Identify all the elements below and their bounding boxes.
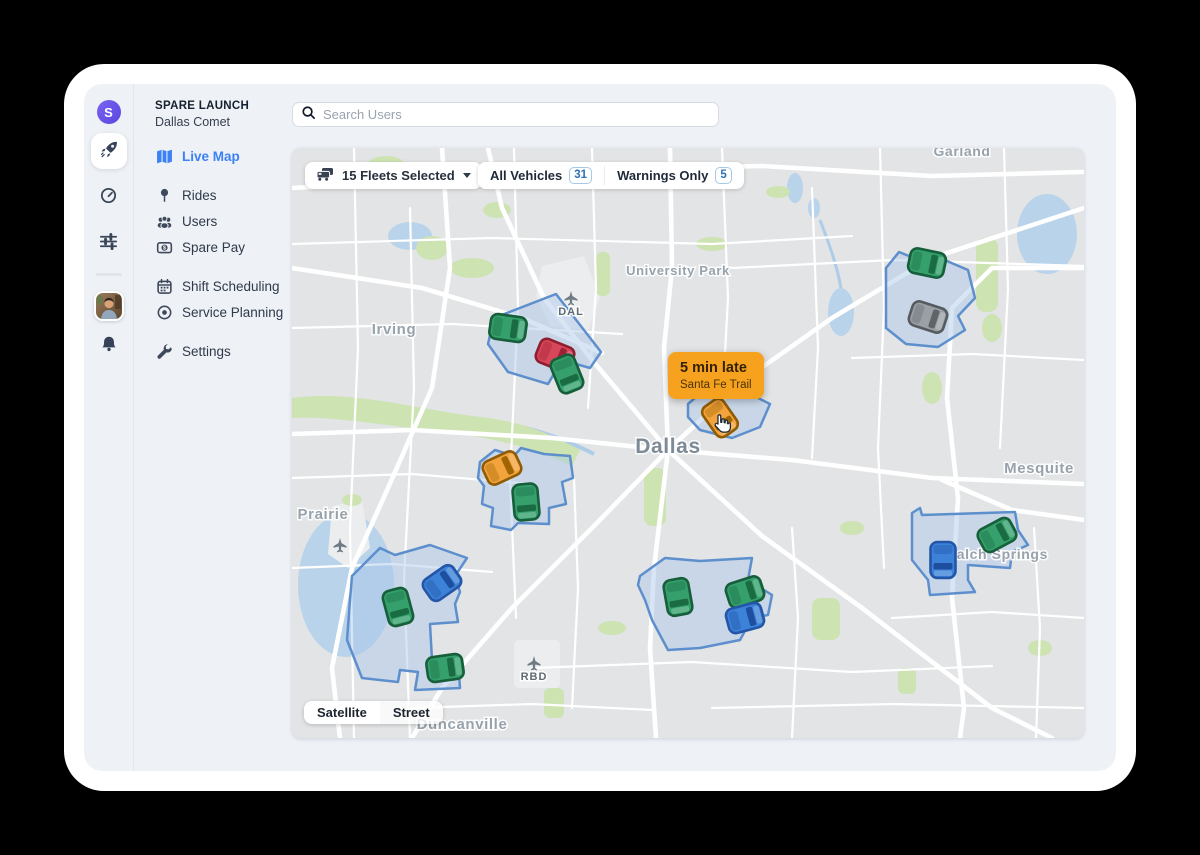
nav-label: Service Planning (182, 305, 283, 320)
satellite-layer-button[interactable]: Satellite (304, 701, 380, 724)
nav-item-settings[interactable]: Settings (134, 338, 292, 364)
calendar-icon (156, 278, 173, 295)
nav-label: Rides (182, 188, 217, 203)
pin-icon (156, 187, 173, 204)
money-icon: $ (156, 239, 173, 256)
live-map[interactable]: Garland University Park Irving Dallas Prairi… (292, 148, 1084, 738)
vehicle-filters: All Vehicles 31 Warnings Only 5 (478, 162, 744, 189)
notifications-bell-button[interactable] (96, 333, 122, 357)
warnings-count-badge: 5 (715, 167, 731, 184)
nav-item-service-planning[interactable]: Service Planning (134, 299, 292, 325)
map-city-label: Dallas (635, 435, 700, 458)
filter-label: Warnings Only (617, 168, 708, 183)
map-layer-switcher: Satellite Street (304, 701, 443, 724)
nav-label: Live Map (182, 149, 240, 164)
fleet-icon (316, 167, 334, 184)
map-city-label: Prairie (298, 506, 349, 523)
users-icon (156, 213, 173, 230)
nav-item-users[interactable]: Users (134, 208, 292, 234)
vehicle-marker-green[interactable] (512, 483, 540, 521)
nav-item-shift-scheduling[interactable]: Shift Scheduling (134, 273, 292, 299)
all-vehicles-count-badge: 31 (569, 167, 592, 184)
svg-text:RBD: RBD (521, 671, 548, 683)
map-city-label: Irving (372, 321, 416, 338)
street-layer-button[interactable]: Street (380, 701, 443, 724)
icon-rail: S (84, 84, 134, 771)
nav-label: Shift Scheduling (182, 279, 280, 294)
map-icon (156, 148, 173, 165)
nav-label: Spare Pay (182, 240, 245, 255)
spare-logo: S (97, 100, 121, 124)
chevron-down-icon (463, 173, 471, 178)
bell-icon (100, 335, 118, 356)
map-city-label: University Park (626, 263, 730, 278)
search-icon (301, 105, 316, 125)
nav-list: Live Map Rides (134, 143, 292, 364)
launch-rocket-button[interactable] (91, 133, 127, 169)
svg-text:DAL: DAL (558, 306, 584, 318)
search-bar (292, 102, 719, 127)
filter-all-vehicles[interactable]: All Vehicles 31 (478, 162, 604, 189)
map-city-label: Garland (933, 148, 990, 159)
org-header: SPARE LAUNCH Dallas Comet (134, 84, 292, 129)
main-area: Garland University Park Irving Dallas Prairi… (292, 84, 1116, 771)
tooltip-subtitle: Santa Fe Trail (680, 379, 752, 391)
gauge-icon (99, 186, 118, 208)
nav-label: Settings (182, 344, 231, 359)
vehicle-marker-blue[interactable] (931, 542, 956, 578)
org-name: SPARE LAUNCH (155, 100, 292, 112)
dashboard-gauge-button[interactable] (96, 185, 122, 209)
nav-item-spare-pay[interactable]: $ Spare Pay (134, 234, 292, 260)
fleet-selector-dropdown[interactable]: 15 Fleets Selected (305, 162, 482, 189)
sliders-icon (99, 232, 118, 254)
target-icon (156, 304, 173, 321)
fleet-dropdown-label: 15 Fleets Selected (342, 168, 455, 183)
vehicle-status-tooltip[interactable]: 5 min late Santa Fe Trail (668, 352, 764, 399)
nav-item-live-map[interactable]: Live Map (134, 143, 292, 169)
rocket-icon (99, 140, 119, 163)
map-canvas: Garland University Park Irving Dallas Prairi… (292, 148, 1084, 738)
org-team: Dallas Comet (155, 115, 292, 129)
search-input[interactable] (323, 107, 710, 122)
app-content: S (84, 84, 1116, 771)
page-background: { "rail": { "logo_letter": "S" }, "sideb… (0, 0, 1200, 855)
filter-label: All Vehicles (490, 168, 562, 183)
nav-label: Users (182, 214, 217, 229)
filter-warnings-only[interactable]: Warnings Only 5 (605, 162, 744, 189)
nav-item-rides[interactable]: Rides (134, 182, 292, 208)
vehicle-marker-green[interactable] (488, 313, 527, 343)
rail-divider (96, 273, 122, 276)
filters-sliders-button[interactable] (96, 231, 122, 255)
vehicle-marker-green[interactable] (425, 653, 464, 683)
map-city-label: Mesquite (1004, 460, 1074, 477)
vehicle-marker-green[interactable] (663, 577, 694, 617)
wrench-icon (156, 343, 173, 360)
tooltip-title: 5 min late (680, 359, 752, 377)
sidebar: SPARE LAUNCH Dallas Comet Live Map (134, 84, 292, 771)
user-avatar[interactable] (94, 291, 124, 321)
app-window: S (64, 64, 1136, 791)
